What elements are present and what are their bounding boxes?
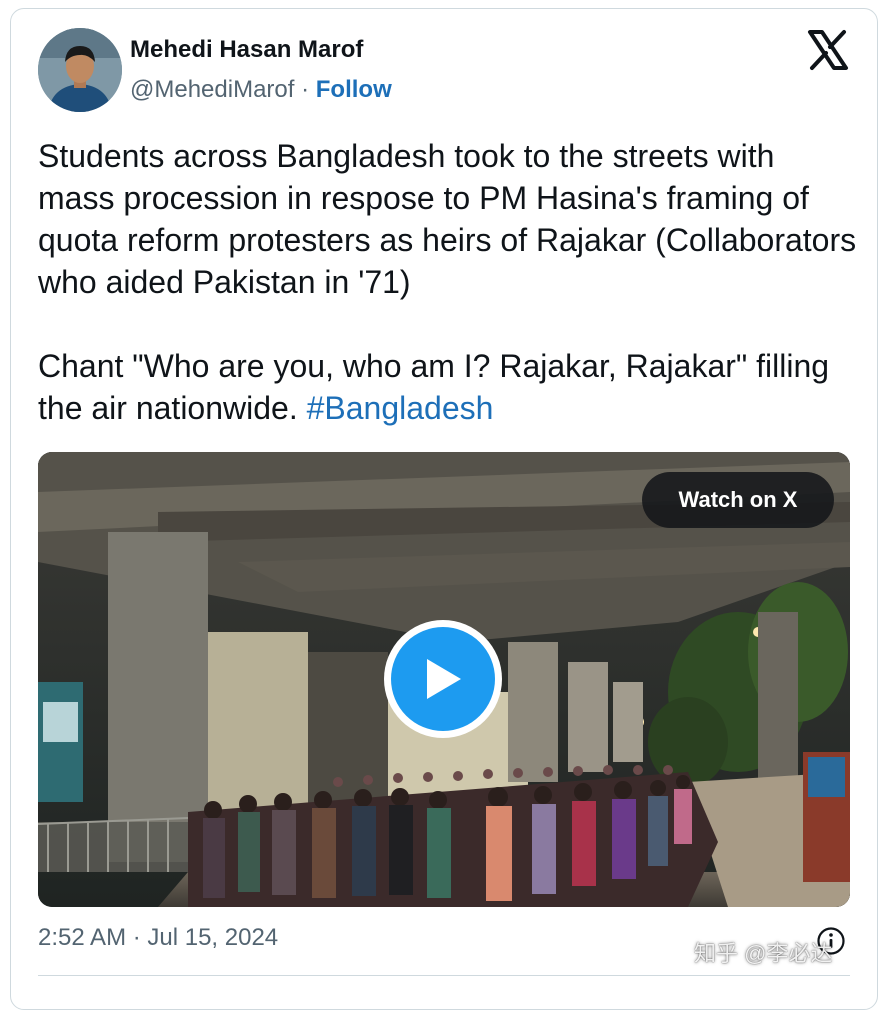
watermark-text: 知乎 @李必达 bbox=[694, 941, 833, 966]
handle-separator: · bbox=[294, 76, 316, 103]
tweet-text: Students across Bangladesh took to the s… bbox=[38, 135, 858, 429]
author-name[interactable]: Mehedi Hasan Marof bbox=[130, 36, 363, 64]
play-icon bbox=[391, 627, 495, 731]
handle-row: @MehediMarof · Follow bbox=[130, 76, 392, 104]
avatar-photo bbox=[38, 28, 122, 112]
follow-link[interactable]: Follow bbox=[316, 76, 392, 103]
watch-on-x-button[interactable]: Watch on X bbox=[642, 472, 834, 528]
play-button[interactable] bbox=[384, 620, 502, 738]
tweet-timestamp[interactable]: 2:52 AM · Jul 15, 2024 bbox=[38, 924, 278, 952]
author-avatar[interactable] bbox=[38, 28, 122, 112]
tweet-paragraph-2: Chant "Who are you, who am I? Rajakar, R… bbox=[38, 345, 858, 429]
hashtag-link[interactable]: #Bangladesh bbox=[307, 390, 494, 426]
tweet-paragraph-1: Students across Bangladesh took to the s… bbox=[38, 138, 857, 300]
author-handle[interactable]: @MehediMarof bbox=[130, 76, 294, 103]
x-logo-icon[interactable] bbox=[806, 28, 850, 72]
footer-divider bbox=[38, 975, 850, 976]
video-media[interactable]: Watch on X bbox=[38, 452, 850, 907]
